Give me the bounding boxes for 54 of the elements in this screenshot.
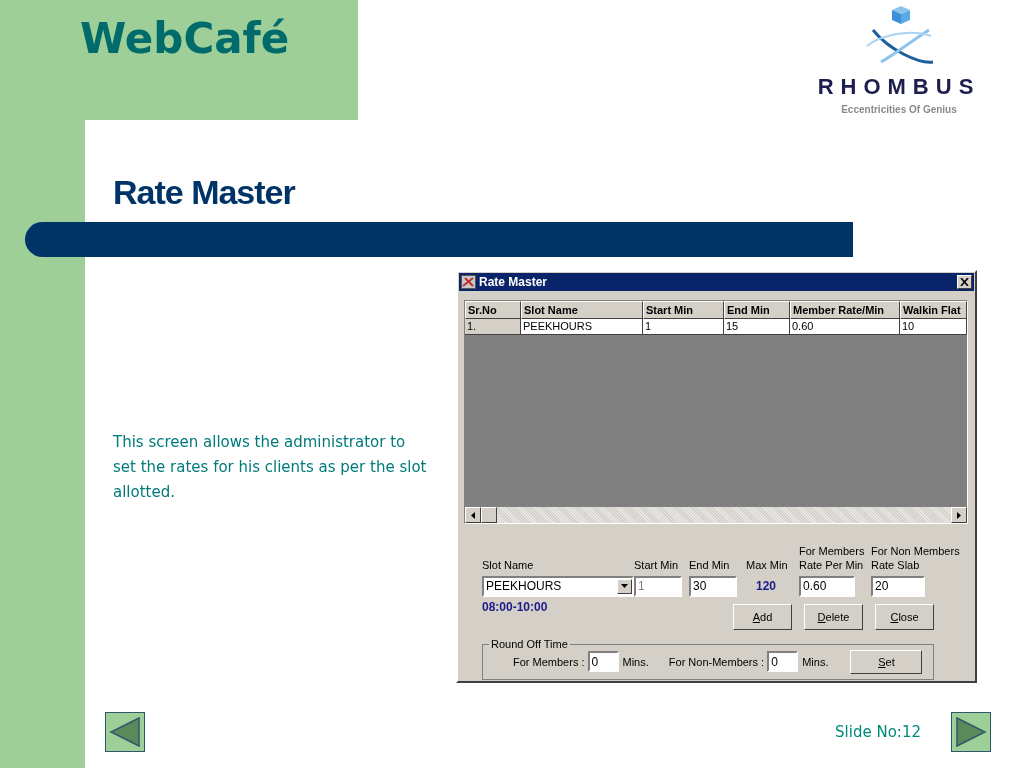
column-header[interactable]: Walkin Flat [900,301,967,319]
window-title: Rate Master [479,275,548,289]
slide-title: Rate Master [113,172,295,212]
group-title: Round Off Time [490,638,569,650]
table-cell: 10 [900,319,967,335]
slide-number: Slide No:12 [835,723,921,741]
close-button[interactable] [957,275,972,289]
action-button[interactable]: Delete [804,604,863,630]
field-label: Start Min [634,558,679,573]
field-label: End Min [689,558,731,573]
table-cell: 1. [465,319,521,335]
field-label: For Members : [513,655,585,668]
action-button[interactable]: Close [875,604,934,630]
horizontal-scrollbar[interactable] [465,507,967,523]
slot-name-dropdown[interactable]: PEEKHOURS [482,575,634,597]
table-cell: 1 [643,319,724,335]
left-arrow-icon [471,511,475,519]
right-triangle-icon [954,715,988,749]
right-arrow-icon [957,511,961,519]
slot-time: 08:00-10:00 [482,600,549,614]
field-label: For Members Rate Per Min [799,544,866,573]
column-header[interactable]: End Min [724,301,790,319]
text-field[interactable]: 0 [767,651,799,672]
previous-slide-button[interactable] [105,712,145,752]
unit-label: Mins. [802,655,829,668]
close-icon [960,278,969,286]
max-min-value: 120 [755,579,777,593]
column-header[interactable]: Sr.No [465,301,521,319]
text-field[interactable]: 20 [871,575,925,597]
text-field[interactable]: 0 [587,651,619,672]
header-title: WebCafé [80,14,290,63]
logo-tagline: Eccentricities Of Genius [841,104,957,115]
scroll-thumb[interactable] [481,507,497,523]
field-label: For Non Members Rate Slab [871,544,961,573]
description-text: This screen allows the administrator to set the rates for his clients as per the slot allotted. [113,432,428,503]
field-label: Slot Name [482,558,535,573]
table-cell: 15 [724,319,790,335]
field-label: Max Min [746,558,789,573]
table-cell: 0.60 [790,319,900,335]
action-button[interactable]: Add [733,604,792,630]
left-triangle-icon [108,715,142,749]
set-button[interactable]: Set [850,649,923,674]
next-slide-button[interactable] [951,712,991,752]
app-icon [461,275,476,289]
table-cell: PEEKHOURS [521,319,643,335]
text-field[interactable]: 30 [689,575,737,597]
column-header[interactable]: Slot Name [521,301,643,319]
column-header[interactable]: Member Rate/Min [790,301,900,319]
column-header[interactable]: Start Min [643,301,724,319]
text-field[interactable]: 0.60 [799,575,855,597]
logo-wordmark: RHOMBUS [817,74,981,100]
field-label: For Non-Members : [668,655,765,668]
unit-label: Mins. [622,655,649,668]
caret-icon [621,584,628,588]
